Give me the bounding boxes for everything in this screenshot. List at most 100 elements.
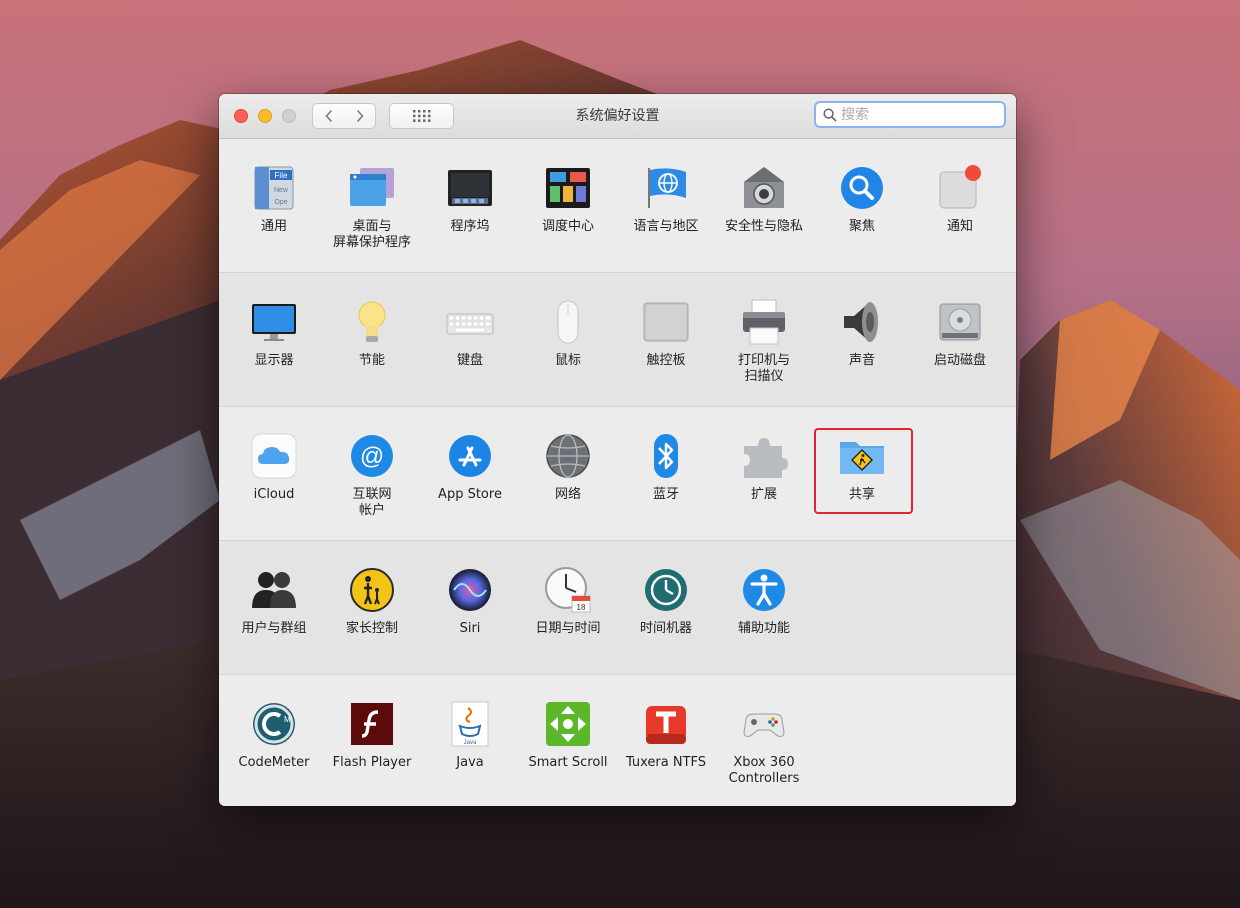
minimize-window-button[interactable]: [258, 109, 272, 123]
pane-label: Smart Scroll: [528, 755, 608, 770]
pane-label: 蓝牙: [652, 487, 679, 502]
pane-sound[interactable]: 声音: [813, 273, 911, 407]
pane-parental[interactable]: 家长控制: [323, 541, 421, 675]
date-time-icon: 18: [545, 567, 591, 613]
pane-label: 家长控制: [345, 621, 398, 636]
chevron-left-icon: [324, 109, 332, 123]
svg-text:@: @: [360, 443, 384, 470]
pane-accessibility[interactable]: 辅助功能: [715, 541, 813, 675]
grid-icon: [412, 110, 430, 122]
pane-label: 鼠标: [554, 353, 581, 368]
forward-button[interactable]: [344, 103, 376, 129]
search-field[interactable]: [814, 101, 1006, 128]
pane-desktop[interactable]: 桌面与 屏幕保护程序: [323, 139, 421, 273]
pane-smart-scroll[interactable]: Smart Scroll: [519, 675, 617, 806]
pane-icloud[interactable]: iCloud: [225, 407, 323, 541]
mouse-icon: [557, 300, 579, 344]
svg-text:18: 18: [577, 603, 586, 612]
pane-time-machine[interactable]: 时间机器: [617, 541, 715, 675]
pane-spotlight[interactable]: 聚焦: [813, 139, 911, 273]
pane-keyboard[interactable]: 键盘: [421, 273, 519, 407]
pane-startup-disk[interactable]: 启动磁盘: [911, 273, 1009, 407]
chevron-right-icon: [356, 109, 364, 123]
pane-java[interactable]: Java Java: [421, 675, 519, 806]
pane-mouse[interactable]: 鼠标: [519, 273, 617, 407]
pane-general[interactable]: File New Ope 通用: [225, 139, 323, 273]
pane-flash[interactable]: Flash Player: [323, 675, 421, 806]
zoom-window-button[interactable]: [282, 109, 296, 123]
pane-label: iCloud: [253, 487, 295, 502]
flash-player-icon: [351, 703, 393, 745]
search-icon: [823, 107, 837, 122]
pane-bluetooth[interactable]: 蓝牙: [617, 407, 715, 541]
startup-disk-icon: [939, 303, 981, 341]
dock-icon: [448, 170, 492, 206]
section-personal: File New Ope 通用 桌面与 屏幕保护程序 程序坞 调度中心 语言与地…: [219, 139, 1016, 273]
pane-label: 通用: [260, 219, 287, 234]
energy-saver-icon: [358, 301, 386, 342]
pane-codemeter[interactable]: M CodeMeter: [225, 675, 323, 806]
pane-dock[interactable]: 程序坞: [421, 139, 519, 273]
pane-label: 网络: [554, 487, 581, 502]
search-input[interactable]: [841, 106, 991, 123]
pane-network[interactable]: 网络: [519, 407, 617, 541]
pane-energy[interactable]: 节能: [323, 273, 421, 407]
pane-notifications[interactable]: 通知: [911, 139, 1009, 273]
pane-siri[interactable]: Siri: [421, 541, 519, 675]
mission-control-icon: [546, 168, 590, 208]
show-all-button[interactable]: [389, 103, 454, 129]
pane-label: 节能: [358, 353, 385, 368]
pane-label: 用户与群组: [241, 621, 307, 636]
java-icon: Java: [451, 701, 489, 747]
pane-label: 打印机与 扫描仪: [737, 353, 790, 384]
pane-label: 安全性与隐私: [724, 219, 803, 234]
pane-trackpad[interactable]: 触控板: [617, 273, 715, 407]
pane-label: 显示器: [254, 353, 294, 368]
tuxera-ntfs-icon: [646, 706, 686, 744]
users-groups-icon: [252, 572, 296, 608]
pane-label: 桌面与 屏幕保护程序: [332, 219, 411, 250]
pane-label: 语言与地区: [633, 219, 699, 234]
sound-icon: [844, 302, 878, 342]
internet-accounts-icon: @: [351, 435, 393, 477]
xbox-controller-icon: [743, 713, 785, 737]
icloud-icon: [251, 433, 297, 479]
title-bar: 系统偏好设置: [219, 94, 1016, 139]
pane-tuxera[interactable]: Tuxera NTFS: [617, 675, 715, 806]
close-window-button[interactable]: [234, 109, 248, 123]
pane-label: 辅助功能: [737, 621, 790, 636]
pane-label: 调度中心: [541, 219, 594, 234]
pane-label: 启动磁盘: [933, 353, 986, 368]
display-icon: [252, 304, 296, 341]
pane-xbox[interactable]: Xbox 360 Controllers: [715, 675, 813, 806]
language-region-icon: [648, 168, 686, 208]
system-preferences-window: 系统偏好设置 File New Ope 通用: [219, 94, 1016, 806]
pane-extensions[interactable]: 扩展: [715, 407, 813, 541]
time-machine-icon: [645, 569, 687, 611]
pane-internet-accounts[interactable]: @ 互联网 帐户: [323, 407, 421, 541]
svg-text:New: New: [274, 187, 289, 194]
accessibility-icon: [743, 569, 785, 611]
bluetooth-icon: [654, 434, 678, 478]
parental-controls-icon: [350, 568, 394, 612]
notifications-icon: [939, 165, 981, 209]
svg-text:Ope: Ope: [274, 199, 287, 206]
pane-app-store[interactable]: App Store: [421, 407, 519, 541]
siri-icon: [449, 569, 491, 611]
pane-displays[interactable]: 显示器: [225, 273, 323, 407]
pane-date-time[interactable]: 18 日期与时间: [519, 541, 617, 675]
pane-mission-control[interactable]: 调度中心: [519, 139, 617, 273]
pane-label: App Store: [438, 487, 502, 502]
codemeter-icon: M: [253, 703, 295, 745]
pane-users[interactable]: 用户与群组: [225, 541, 323, 675]
pane-label: 键盘: [456, 353, 483, 368]
pane-label: 通知: [946, 219, 973, 234]
pane-language[interactable]: 语言与地区: [617, 139, 715, 273]
pane-printers[interactable]: 打印机与 扫描仪: [715, 273, 813, 407]
back-button[interactable]: [312, 103, 345, 129]
pane-label: 程序坞: [450, 219, 490, 234]
trackpad-icon: [643, 302, 689, 342]
pane-label: CodeMeter: [238, 755, 310, 770]
pane-security[interactable]: 安全性与隐私: [715, 139, 813, 273]
svg-text:M: M: [284, 715, 291, 724]
